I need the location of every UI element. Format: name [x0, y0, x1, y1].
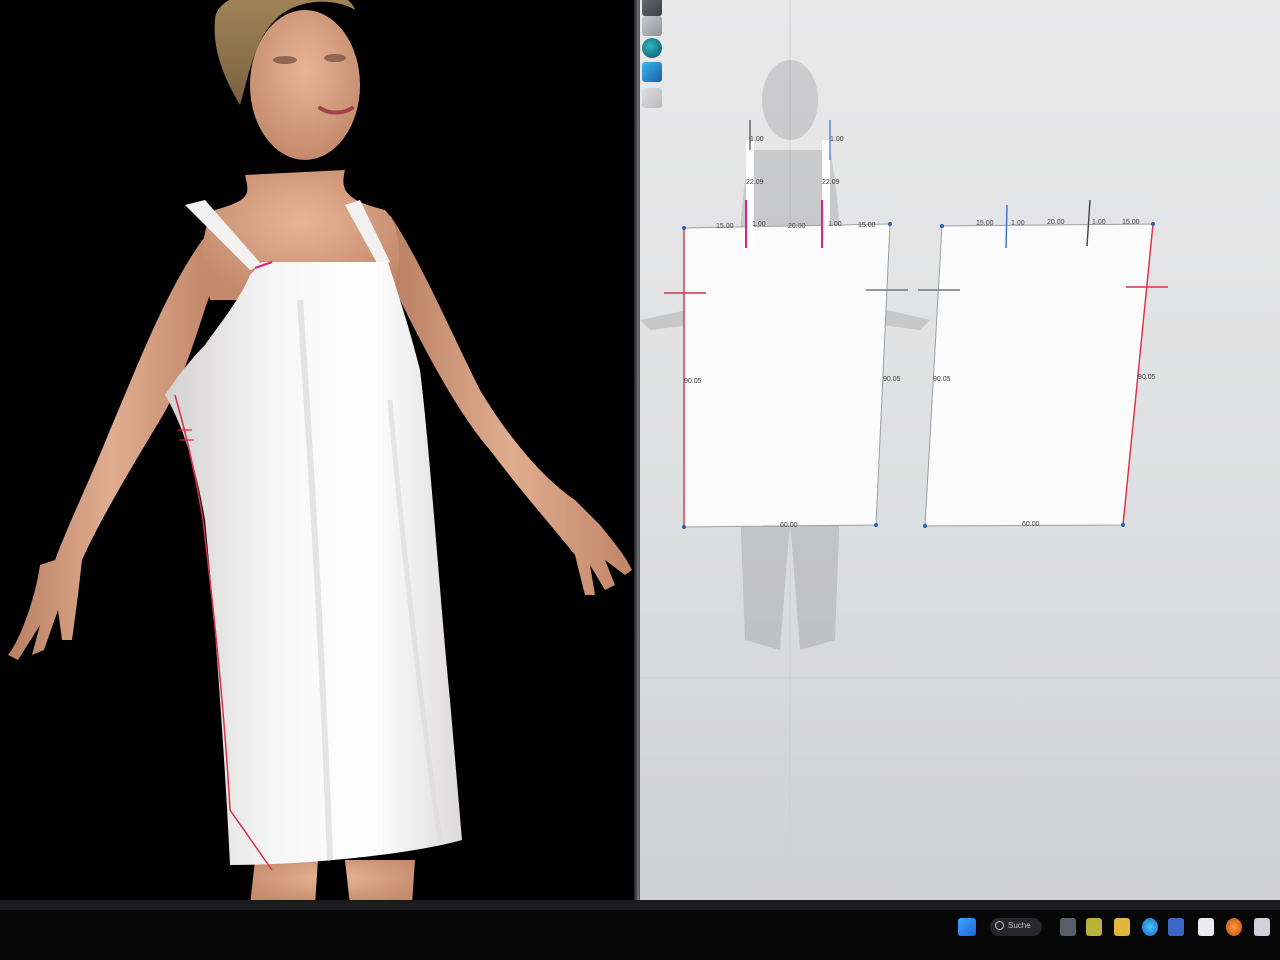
- texture-icon[interactable]: [642, 62, 662, 82]
- folder-icon[interactable]: [1114, 918, 1130, 936]
- windows-start-icon[interactable]: [958, 918, 976, 936]
- front-top-mid-dim: 20.00: [788, 223, 806, 230]
- back-strap-right-label: 1.00: [1092, 219, 1106, 226]
- screen: 15.00 20.00 15.00 1.00 1.00 22.09 22.09 …: [0, 0, 1280, 960]
- avatar-legs: [250, 860, 415, 905]
- back-top-mid-dim: 20.00: [1047, 219, 1065, 226]
- avatar-left-arm: [8, 230, 215, 660]
- browser-icon[interactable]: [1142, 918, 1158, 936]
- front-side-right-dim: 90.05: [883, 376, 901, 383]
- app-icon[interactable]: [1086, 918, 1102, 936]
- front-top-left-dim: 15.00: [716, 223, 734, 230]
- back-top-left-dim: 15.00: [976, 220, 994, 227]
- front-strap-left-length: 22.09: [746, 179, 764, 186]
- pattern-toolbar: [640, 0, 670, 115]
- globe-icon[interactable]: [642, 38, 662, 58]
- back-side-right-dim: 90.05: [1138, 374, 1156, 381]
- front-strap-left-label: 1.00: [750, 136, 764, 143]
- front-bottom-dim: 60.00: [780, 522, 798, 529]
- pattern-piece-back: [918, 199, 1168, 528]
- front-top-right-dim: 15.00: [858, 222, 876, 229]
- front-strap-right-label: 1.00: [830, 136, 844, 143]
- pattern-canvas[interactable]: 15.00 20.00 15.00 1.00 1.00 22.09 22.09 …: [640, 0, 1280, 900]
- app-icon[interactable]: [1254, 918, 1270, 936]
- front-strap-right-length: 22.09: [822, 179, 840, 186]
- visibility-icon[interactable]: [642, 0, 662, 16]
- front-strap-left-bottom: 1.00: [752, 221, 766, 228]
- app-icon[interactable]: [1198, 918, 1214, 936]
- search-icon: [995, 921, 1004, 930]
- avatar-icon[interactable]: [642, 16, 662, 36]
- back-bottom-dim: 60.00: [1022, 521, 1040, 528]
- back-top-right-dim: 15.00: [1122, 219, 1140, 226]
- task-view-icon[interactable]: [1060, 918, 1076, 936]
- avatar-scene: [8, 0, 632, 905]
- front-strap-right-bottom: 1.00: [828, 221, 842, 228]
- settings-icon[interactable]: [642, 88, 662, 108]
- front-side-left-dim: 90.05: [684, 378, 702, 385]
- 3d-viewport[interactable]: [0, 0, 636, 905]
- 2d-pattern-window[interactable]: 15.00 20.00 15.00 1.00 1.00 22.09 22.09 …: [640, 0, 1280, 900]
- monitor-bezel: [0, 900, 1280, 910]
- search-label: Suche: [1008, 921, 1031, 930]
- avatar-head: [250, 10, 360, 160]
- back-side-left-dim: 90.05: [933, 376, 951, 383]
- taskbar: Suche: [0, 900, 1280, 960]
- app-icon[interactable]: [1226, 918, 1242, 936]
- back-strap-left-label: 1.00: [1011, 220, 1025, 227]
- app-icon[interactable]: [1168, 918, 1184, 936]
